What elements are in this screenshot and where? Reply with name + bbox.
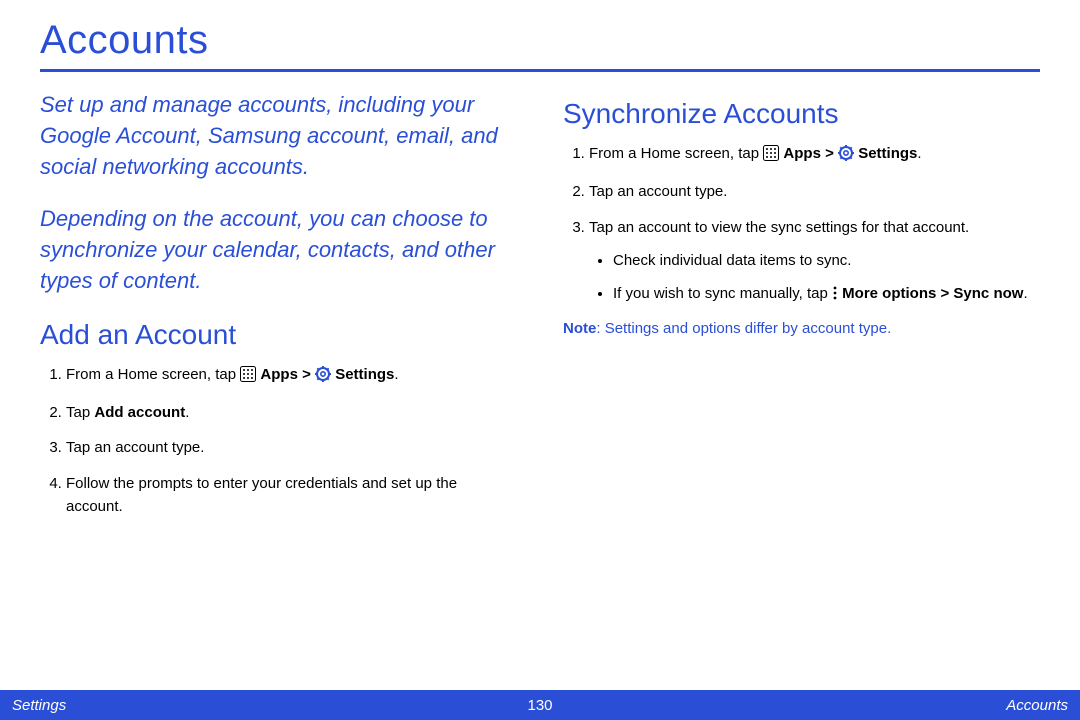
intro-paragraph-1: Set up and manage accounts, including yo… (40, 90, 517, 182)
sync-step-2: Tap an account type. (589, 180, 1040, 203)
sync-bullet-2: If you wish to sync manually, tap More o… (613, 282, 1040, 308)
page-footer: Settings 130 Accounts (0, 690, 1080, 720)
sync-step-3: Tap an account to view the sync settings… (589, 216, 1040, 309)
intro-paragraph-2: Depending on the account, you can choose… (40, 204, 517, 296)
settings-gear-icon (315, 366, 331, 389)
heading-add-account: Add an Account (40, 319, 517, 351)
apps-grid-icon (240, 366, 256, 389)
note-text: Settings and options differ by account t… (605, 320, 892, 337)
period: . (1023, 285, 1027, 302)
add-step-1: From a Home screen, tap (66, 363, 517, 389)
left-column: Set up and manage accounts, including yo… (40, 90, 517, 530)
note-line: Note: Settings and options differ by acc… (563, 320, 1040, 337)
text: From a Home screen, tap (66, 366, 240, 383)
apps-label: Apps (260, 366, 298, 383)
apps-label: Apps (783, 145, 821, 162)
add-step-3: Tap an account type. (66, 436, 517, 459)
sync-step-1: From a Home screen, tap (589, 142, 1040, 168)
period: . (185, 404, 189, 421)
gt: > (825, 145, 838, 162)
footer-page-number: 130 (527, 697, 552, 714)
apps-grid-icon (763, 145, 779, 168)
sync-sub-bullets: Check individual data items to sync. If … (589, 249, 1040, 309)
more-options-label: More options > Sync now (842, 285, 1023, 302)
heading-synchronize: Synchronize Accounts (563, 98, 1040, 130)
footer-left: Settings (12, 697, 66, 714)
add-account-steps: From a Home screen, tap (40, 363, 517, 518)
text: If you wish to sync manually, tap (613, 285, 832, 302)
sync-steps: From a Home screen, tap (563, 142, 1040, 308)
title-divider (40, 69, 1040, 72)
settings-gear-icon (838, 145, 854, 168)
text: Tap an account to view the sync settings… (589, 219, 969, 236)
footer-right: Accounts (1006, 697, 1068, 714)
page-title: Accounts (40, 18, 1040, 69)
note-sep: : (596, 320, 604, 337)
more-options-icon (832, 285, 838, 308)
sync-bullet-1: Check individual data items to sync. (613, 249, 1040, 272)
add-step-4: Follow the prompts to enter your credent… (66, 472, 517, 519)
layout-columns: Set up and manage accounts, including yo… (40, 90, 1040, 530)
note-label: Note (563, 320, 596, 337)
right-column: Synchronize Accounts From a Home screen,… (563, 90, 1040, 530)
gt: > (302, 366, 315, 383)
add-step-2: Tap Add account. (66, 401, 517, 424)
settings-label: Settings (858, 145, 917, 162)
settings-label: Settings (335, 366, 394, 383)
add-account-label: Add account (94, 404, 185, 421)
text: From a Home screen, tap (589, 145, 763, 162)
text: Tap (66, 404, 94, 421)
period: . (917, 145, 921, 162)
period: . (394, 366, 398, 383)
